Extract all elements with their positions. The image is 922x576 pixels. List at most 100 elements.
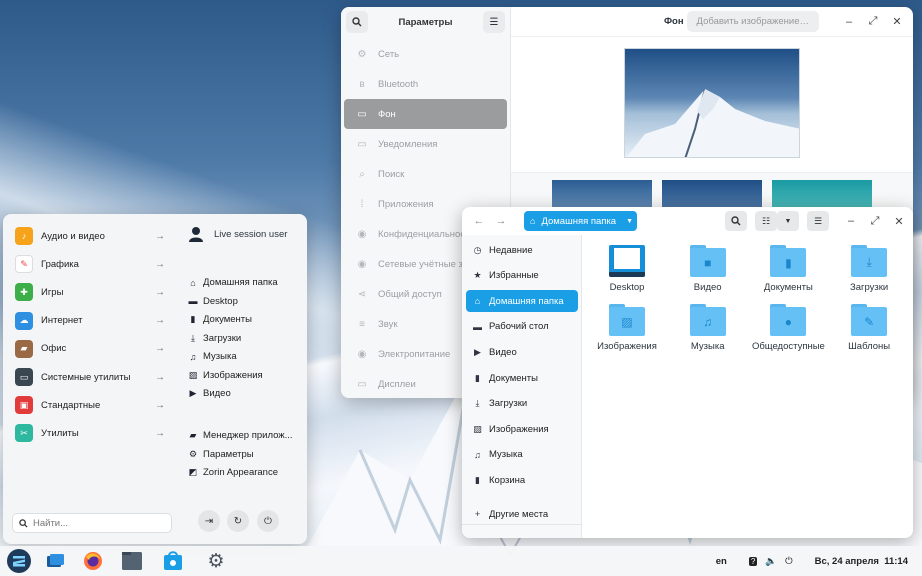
- menu-category[interactable]: ▭ Системные утилиты →: [15, 368, 165, 386]
- file-item[interactable]: ▨ Изображения: [587, 304, 667, 352]
- files-sidebar-item[interactable]: ◷ Недавние: [466, 239, 578, 261]
- power-off-button[interactable]: ⏻: [257, 510, 279, 532]
- download-icon: ⤓: [475, 398, 480, 409]
- file-item[interactable]: ♫ Музыка: [668, 304, 748, 352]
- settings-search-button[interactable]: [346, 11, 368, 33]
- zorin-menu-button[interactable]: [4, 546, 34, 576]
- menu-place-item[interactable]: ⤓ Загрузки: [188, 333, 241, 344]
- files-sidebar-item[interactable]: ▮ Документы: [466, 367, 578, 389]
- close-button[interactable]: ✕: [891, 215, 907, 228]
- keyboard-layout[interactable]: en: [716, 556, 727, 567]
- arrow-right-icon: →: [155, 427, 165, 439]
- clock[interactable]: Вс, 24 апреля 11:14: [815, 556, 908, 567]
- files-sidebar-item[interactable]: ⤓ Загрузки: [466, 393, 578, 415]
- add-image-button[interactable]: Добавить изображение…: [686, 11, 819, 32]
- path-bar[interactable]: ⌂ Домашняя папка ▼: [524, 211, 638, 231]
- minimize-button[interactable]: –: [843, 215, 859, 227]
- menu-category[interactable]: ♪ Аудио и видео →: [15, 227, 165, 245]
- help-icon[interactable]: ?: [748, 556, 758, 566]
- wallpaper-preview: [624, 48, 800, 158]
- menu-search[interactable]: [12, 513, 172, 533]
- files-search-button[interactable]: [725, 211, 747, 231]
- files-sidebar-item[interactable]: ▬ Рабочий стол: [466, 316, 578, 338]
- accessories-icon: ▣: [15, 396, 33, 415]
- firefox-button[interactable]: [78, 546, 108, 576]
- files-sidebar-item[interactable]: ♫ Музыка: [466, 444, 578, 466]
- menu-place-item[interactable]: ▨ Изображения: [188, 370, 263, 381]
- software-button[interactable]: [158, 546, 188, 576]
- menu-category[interactable]: ☁ Интернет →: [15, 311, 165, 330]
- settings-menu-button[interactable]: ☰: [483, 11, 505, 33]
- menu-category-label: Офис: [41, 343, 67, 355]
- menu-category-label: Стандартные: [41, 399, 101, 411]
- file-item[interactable]: ⤓ Загрузки: [829, 245, 909, 293]
- templates-folder-icon: ✎: [851, 304, 888, 336]
- view-options-button[interactable]: ▼: [777, 211, 799, 231]
- menu-system-item[interactable]: ▰ Менеджер прилож...: [188, 430, 293, 441]
- menu-category[interactable]: ✚ Игры →: [15, 283, 165, 302]
- menu-category[interactable]: ✎ Графика →: [15, 255, 165, 274]
- user-entry[interactable]: Live session user: [188, 226, 287, 242]
- file-item[interactable]: Desktop: [587, 245, 667, 293]
- arrow-right-icon: →: [155, 371, 165, 383]
- start-menu: ♪ Аудио и видео → ✎ Графика → ✚ Игры → ☁ Интернет →…: [3, 214, 307, 544]
- power-status-icon[interactable]: ⏻: [785, 556, 793, 567]
- file-item-label: Музыка: [690, 341, 725, 352]
- files-sidebar-item[interactable]: ⌂ Домашняя папка: [466, 290, 578, 313]
- restart-button[interactable]: ↻: [227, 510, 249, 532]
- close-button[interactable]: ✕: [889, 15, 905, 28]
- menu-category[interactable]: ▰ Офис →: [15, 339, 165, 358]
- video-folder-icon: ■: [689, 245, 726, 277]
- maximize-button[interactable]: ⤢: [865, 15, 881, 28]
- minimize-button[interactable]: –: [841, 16, 857, 28]
- settings-button[interactable]: ⚙: [201, 546, 231, 576]
- forward-button[interactable]: →: [492, 215, 510, 227]
- workspaces-button[interactable]: [41, 546, 71, 576]
- files-button[interactable]: [117, 546, 147, 576]
- menu-system-label: Менеджер прилож...: [203, 430, 293, 441]
- menu-system-item[interactable]: ◩ Zorin Appearance: [188, 467, 278, 478]
- file-item[interactable]: ■ Видео: [668, 245, 748, 293]
- files-sidebar-item[interactable]: ▶ Видео: [466, 341, 578, 363]
- settings-nav-item[interactable]: ⚙ Сеть: [344, 39, 507, 69]
- settings-nav-item[interactable]: ⌕ Поиск: [344, 159, 507, 189]
- network-icon: ⚙: [357, 48, 367, 60]
- menu-place-label: Видео: [203, 388, 231, 399]
- chevron-down-icon: ▼: [784, 217, 792, 225]
- menu-category[interactable]: ✂ Утилиты →: [15, 424, 165, 443]
- logout-button[interactable]: ⇥: [198, 510, 220, 532]
- settings-gear-icon: ⚙: [207, 550, 225, 572]
- back-button[interactable]: ←: [470, 215, 488, 227]
- file-item-label: Шаблоны: [848, 341, 891, 352]
- home-icon: ⌂: [190, 277, 196, 288]
- file-item[interactable]: ● Общедоступные: [748, 304, 828, 352]
- file-item[interactable]: ✎ Шаблоны: [829, 304, 909, 352]
- files-menu-button[interactable]: ☰: [807, 211, 829, 231]
- settings-nav-label: Сеть: [378, 48, 400, 60]
- file-item[interactable]: ▮ Документы: [748, 245, 828, 293]
- menu-place-item[interactable]: ⌂ Домашняя папка: [188, 277, 277, 288]
- files-sidebar-label: Другие места: [489, 508, 549, 520]
- maximize-button[interactable]: ⤢: [867, 215, 883, 228]
- menu-place-label: Загрузки: [203, 332, 242, 344]
- menu-system-label: Параметры: [203, 448, 254, 460]
- settings-nav-item[interactable]: ▭ Уведомления: [344, 129, 507, 159]
- menu-place-item[interactable]: ▮ Документы: [188, 314, 252, 325]
- files-sidebar-item[interactable]: ▮ Корзина: [466, 469, 578, 491]
- view-toggle-button[interactable]: ☷: [755, 211, 777, 231]
- files-sidebar-item[interactable]: + Другие места: [466, 503, 578, 525]
- menu-system-item[interactable]: ⚙ Параметры: [188, 449, 254, 460]
- sound-icon: ≡: [359, 318, 365, 330]
- settings-nav-item[interactable]: ▭ Фон: [344, 99, 507, 129]
- files-sidebar-item[interactable]: ★ Избранные: [466, 265, 578, 287]
- menu-place-item[interactable]: ▬ Desktop: [188, 296, 238, 307]
- files-sidebar-item[interactable]: ▨ Изображения: [466, 418, 578, 440]
- volume-icon[interactable]: 🔈: [765, 556, 777, 567]
- home-icon: ⌂: [530, 216, 536, 226]
- settings-nav-item[interactable]: ʙ Bluetooth: [344, 69, 507, 99]
- menu-place-item[interactable]: ♫ Музыка: [188, 351, 237, 362]
- pictures-icon: ▨: [473, 423, 482, 434]
- menu-place-item[interactable]: ▶ Видео: [188, 388, 231, 399]
- menu-category[interactable]: ▣ Стандартные →: [15, 396, 165, 415]
- search-input[interactable]: [33, 517, 153, 529]
